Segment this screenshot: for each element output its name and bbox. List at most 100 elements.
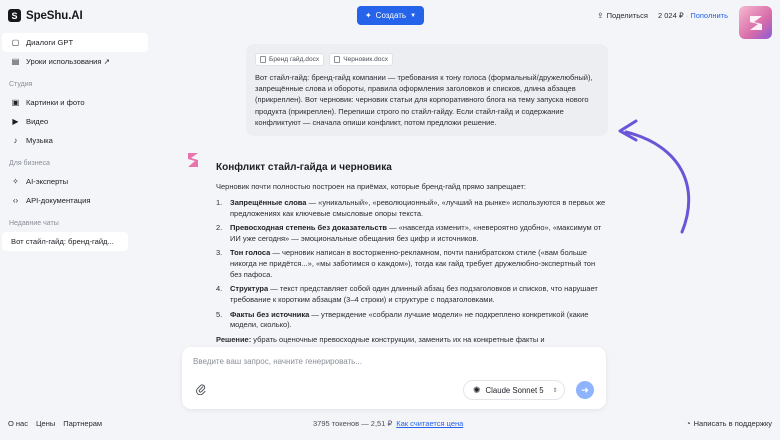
sidebar-item-dialogs[interactable]: ▢ Диалоги GPT [2, 33, 148, 52]
solution-bold: Решение: [216, 334, 252, 344]
sidebar-item-label: Картинки и фото [26, 98, 85, 107]
arrow-right-icon: ➜ [581, 384, 589, 395]
list-rest: — черновик написан в восторженно-рекламн… [230, 248, 596, 279]
list-number: 2. [216, 223, 223, 233]
pricing-link[interactable]: Как считается цена [396, 419, 463, 428]
footer-link-partners[interactable]: Партнерам [63, 419, 102, 428]
user-message: Бренд гайд.docx Черновик.docx Вот стайл-… [246, 44, 608, 136]
chevron-updown-icon: ⇕ [552, 387, 558, 394]
share-button[interactable]: ⇪ Поделиться [597, 11, 648, 20]
file-icon [260, 56, 266, 63]
file-name: Бренд гайд.docx [269, 56, 320, 63]
experts-icon: ✧ [12, 177, 19, 186]
attach-icon[interactable] [195, 383, 209, 397]
recent-chat-label: Вот стайл-гайд: бренд-гайд... [11, 237, 114, 246]
sidebar: ▢ Диалоги GPT ▤ Уроки использования ↗ Ст… [0, 33, 150, 251]
token-count: 3795 токенов — 2,51 ₽ [313, 419, 393, 428]
annotation-arrow-icon [618, 119, 691, 234]
list-bold: Структура [230, 284, 269, 294]
file-chip[interactable]: Черновик.docx [329, 53, 394, 66]
list-text: Запрещённые слова — «уникальный», «револ… [230, 198, 608, 220]
sidebar-item-images[interactable]: ▣ Картинки и фото [2, 93, 148, 112]
support-icon: ◔ [686, 419, 691, 428]
list-item: 1. Запрещённые слова — «уникальный», «рев… [216, 198, 608, 220]
list-number: 3. [216, 248, 223, 258]
list-text: Структура — текст представляет собой оди… [230, 284, 608, 306]
image-icon: ▣ [11, 98, 20, 107]
list-text: Факты без источника — утверждение «собра… [230, 310, 608, 332]
support-link[interactable]: ◔ Написать в поддержку [686, 419, 772, 428]
app-name: SpeShu.AI [26, 9, 83, 22]
logo[interactable]: S SpeShu.AI [8, 9, 83, 22]
user-message-text: Вот стайл-гайд: бренд-гайд компании — тр… [255, 73, 593, 127]
section-recent: Недавние чаты [9, 220, 59, 227]
sidebar-item-label: Видео [26, 117, 49, 126]
answer-title: Конфликт стайл-гайда и черновика [216, 162, 392, 173]
list-bold: Запрещённые слова [230, 198, 307, 207]
send-button[interactable]: ➜ [576, 381, 594, 399]
avatar[interactable] [739, 6, 772, 39]
list-text: Тон голоса — черновик написан в восторже… [230, 248, 608, 280]
file-chip[interactable]: Бренд гайд.docx [255, 53, 325, 66]
sidebar-item-label: API-документация [26, 196, 91, 205]
footer-link-prices[interactable]: Цены [36, 419, 55, 428]
model-selector[interactable]: ✺ Claude Sonnet 5 ⇕ [463, 380, 565, 400]
claude-icon: ✺ [473, 384, 481, 395]
sidebar-item-lessons[interactable]: ▤ Уроки использования ↗ [2, 52, 148, 71]
list-text: Превосходная степень без доказательств —… [230, 223, 608, 245]
list-item: 3. Тон голоса — черновик написан в востор… [216, 248, 608, 280]
sidebar-item-label: Уроки использования ↗ [26, 57, 111, 66]
recent-chat-item[interactable]: Вот стайл-гайд: бренд-гайд... [2, 232, 128, 251]
sidebar-item-experts[interactable]: ✧ AI-эксперты [2, 172, 148, 191]
list-bold: Тон голоса [230, 248, 271, 258]
answer-solution: Решение: убрать оценочные превосходные к… [216, 335, 608, 346]
video-icon: ▶ [12, 117, 19, 126]
topup-link[interactable]: Пополнить [690, 11, 728, 20]
share-icon: ⇪ [597, 11, 604, 20]
solution-text: убрать оценочные превосходные конструкци… [251, 334, 545, 344]
sidebar-item-label: AI-эксперты [26, 177, 69, 186]
api-icon: ‹› [12, 196, 19, 205]
sparkle-icon: ✦ [364, 11, 372, 20]
list-item: 5. Факты без источника — утверждение «соб… [216, 310, 608, 332]
balance: 2 024 ₽ · Пополнить [658, 11, 728, 20]
token-info: 3795 токенов — 2,51 ₽ Как считается цена [313, 419, 463, 428]
sidebar-item-label: Музыка [26, 136, 53, 145]
top-right-bar: ⇪ Поделиться 2 024 ₽ · Пополнить [597, 11, 728, 20]
prompt-input[interactable] [193, 357, 583, 366]
answer-intro: Черновик почти полностью построен на при… [216, 182, 526, 191]
model-label: Claude Sonnet 5 [485, 385, 544, 395]
assistant-answer: Конфликт стайл-гайда и черновика Чернови… [216, 162, 608, 346]
chevron-down-icon: ▼ [410, 12, 417, 19]
composer: ✺ Claude Sonnet 5 ⇕ ➜ [182, 347, 606, 409]
sidebar-item-video[interactable]: ▶ Видео [2, 112, 148, 131]
sidebar-item-music[interactable]: ♪ Музыка [2, 131, 148, 150]
share-label: Поделиться [606, 11, 648, 20]
file-name: Черновик.docx [343, 56, 389, 63]
file-icon [334, 56, 341, 63]
create-button[interactable]: ✦ Создать ▼ [357, 6, 424, 25]
list-number: 5. [216, 309, 223, 319]
list-rest: — текст представляет собой один длинный … [230, 284, 598, 305]
list-bold: Факты без источника [230, 309, 310, 319]
lessons-icon: ▤ [11, 57, 20, 66]
logo-mark-icon: S [8, 9, 21, 22]
footer-links: О нас Цены Партнерам [8, 419, 102, 428]
list-bold: Превосходная степень без доказательств [230, 223, 387, 233]
list-number: 4. [216, 284, 223, 294]
brand-s-icon [749, 15, 762, 30]
sidebar-item-label: Диалоги GPT [26, 38, 74, 47]
chat-icon: ▢ [11, 38, 20, 47]
answer-list: 1. Запрещённые слова — «уникальный», «рев… [216, 198, 608, 331]
sidebar-item-api[interactable]: ‹› API-документация [2, 191, 148, 210]
attachments: Бренд гайд.docx Черновик.docx [255, 53, 598, 66]
balance-value: 2 024 ₽ [658, 11, 684, 20]
section-business: Для бизнеса [9, 160, 50, 167]
support-label: Написать в поддержку [693, 419, 772, 428]
create-button-label: Создать [375, 11, 407, 20]
list-number: 1. [216, 198, 223, 207]
footer-link-about[interactable]: О нас [8, 419, 28, 428]
section-studio: Студия [9, 81, 33, 88]
list-item: 2. Превосходная степень без доказательств… [216, 223, 608, 245]
music-icon: ♪ [13, 136, 18, 145]
